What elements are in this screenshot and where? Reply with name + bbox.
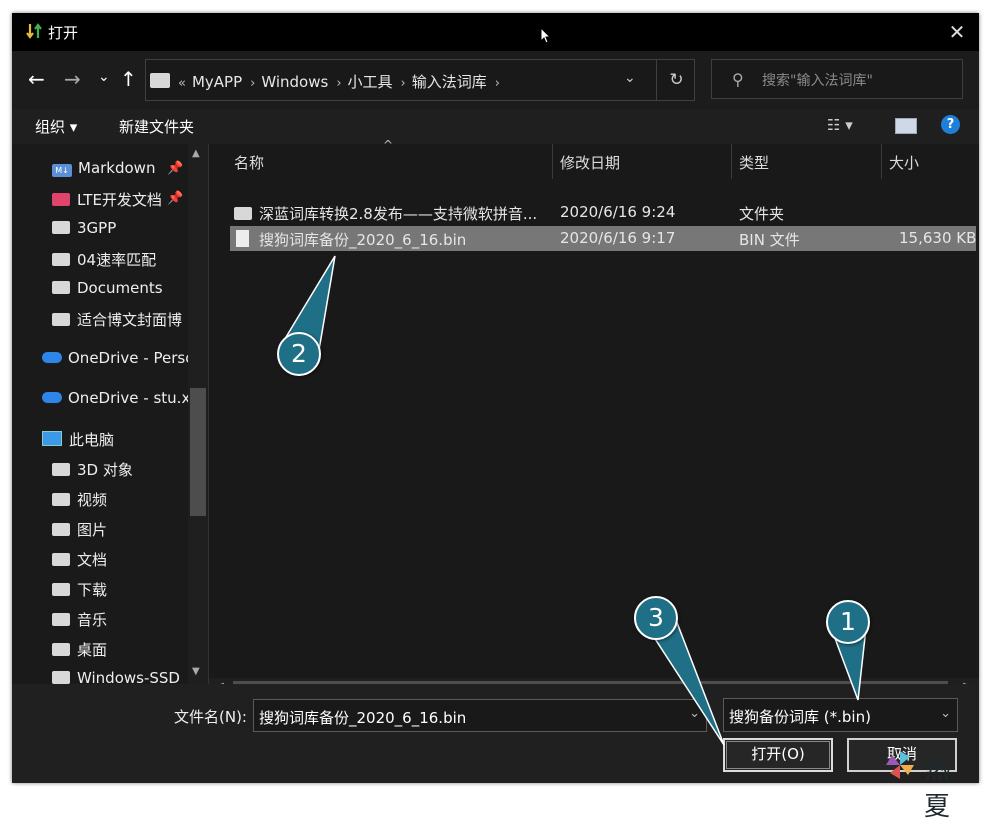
watermark: 热夏 [880, 745, 972, 822]
callout-badge: 3 [634, 596, 678, 640]
callout-badge: 2 [277, 332, 321, 376]
callout-badge: 1 [826, 600, 870, 644]
callout-pointers [281, 255, 867, 746]
pinwheel-icon [886, 751, 914, 779]
watermark-text: 热夏 [924, 755, 955, 822]
